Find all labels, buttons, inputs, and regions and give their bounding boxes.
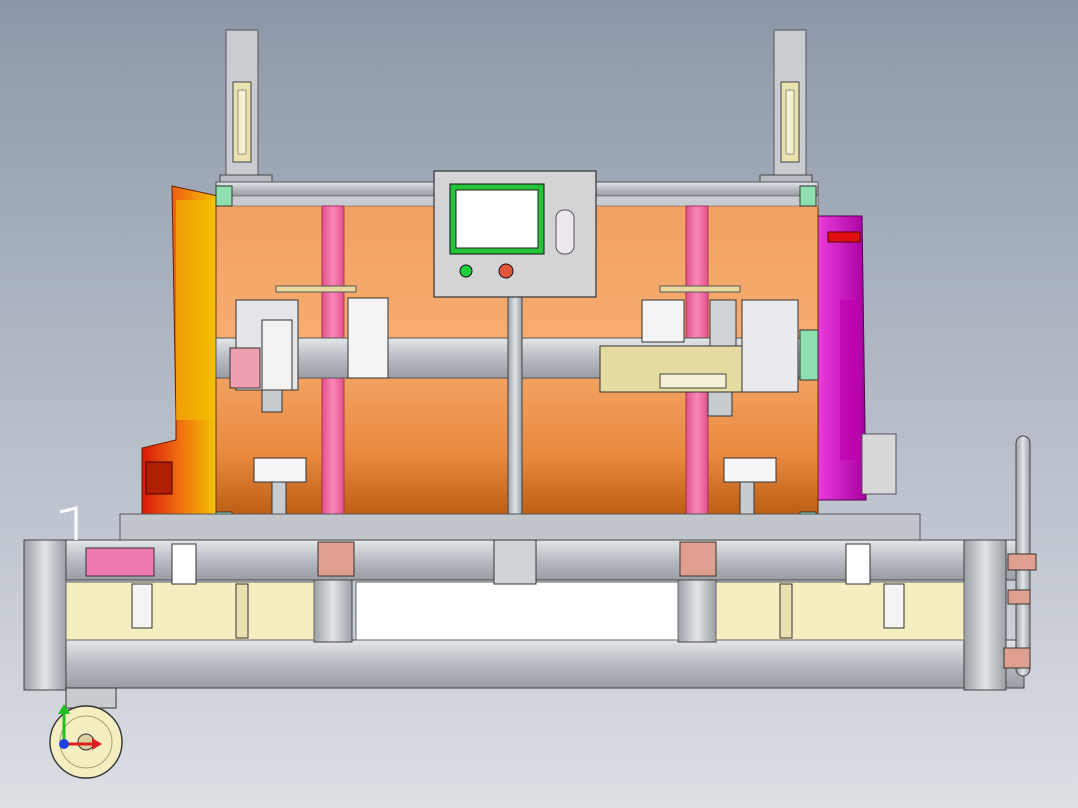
center-support-rod <box>507 295 523 543</box>
key-switch-icon[interactable] <box>555 209 575 255</box>
pad-top-right <box>799 185 817 207</box>
cad-viewport[interactable] <box>0 0 1078 808</box>
base-cylinder-2 <box>235 583 249 639</box>
green-button[interactable] <box>459 264 473 278</box>
strap-bracket-right <box>679 541 717 577</box>
base-cylinder-4 <box>883 583 905 629</box>
base-block-left <box>171 543 197 585</box>
base-cylinder-3 <box>779 583 793 639</box>
base-block-right <box>845 543 871 585</box>
base-cylinder-1 <box>131 583 153 629</box>
strap-bracket-left <box>317 541 355 577</box>
machine-assembly-drawing <box>0 0 1078 808</box>
screen-icon[interactable] <box>455 189 539 249</box>
red-stop-button[interactable] <box>498 263 514 279</box>
pink-bracket-left <box>85 547 155 577</box>
pad-top-left <box>215 185 233 207</box>
control-panel[interactable] <box>433 170 597 298</box>
center-base-block <box>493 539 537 585</box>
